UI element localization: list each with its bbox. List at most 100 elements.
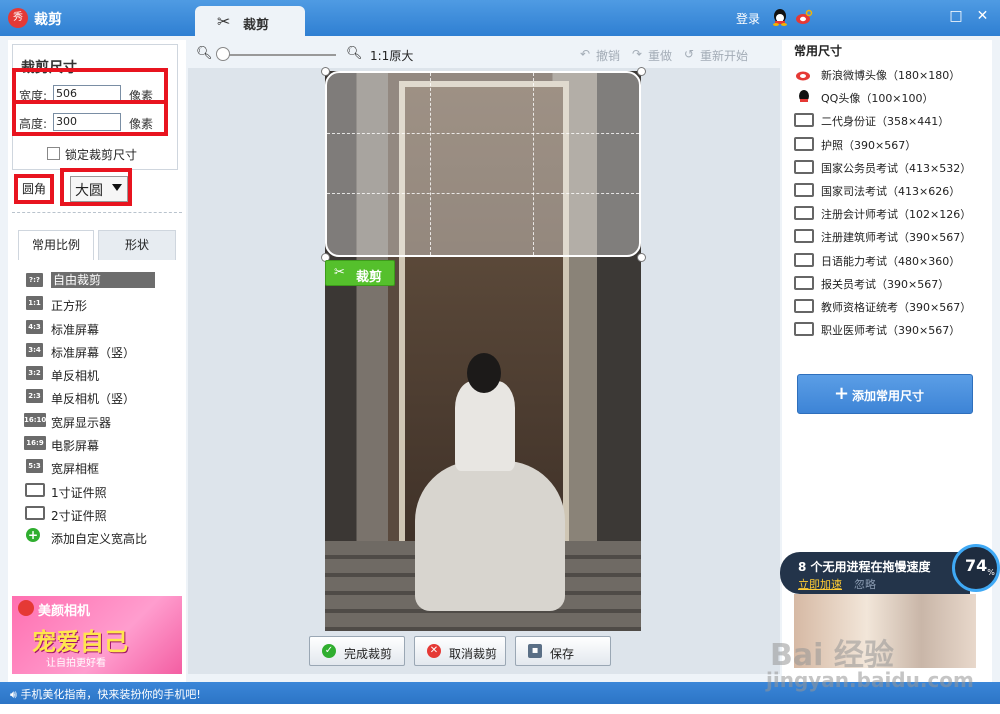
lock-checkbox[interactable] [47, 147, 60, 160]
plus-circle-icon: + [26, 528, 40, 543]
maximize-button[interactable]: □ [945, 8, 967, 24]
ratio-4-3-icon: 4:3 [26, 319, 43, 334]
ratio-item-free[interactable]: ?:? 自由裁剪 [24, 270, 178, 293]
ratio-item-1-inch-id[interactable]: 1寸证件照 [24, 480, 178, 503]
common-sizes-title: 常用尺寸 [794, 44, 843, 58]
undo-button[interactable]: 撤销 [596, 47, 620, 64]
ratio-item-2-inch-id[interactable]: 2寸证件照 [24, 503, 178, 526]
ignore-link[interactable]: 忽略 [854, 576, 876, 592]
tab-common-ratio[interactable]: 常用比例 [18, 230, 94, 260]
restart-icon: ↺ [684, 47, 695, 61]
round-corner-select[interactable]: 大圆 [70, 176, 128, 202]
zoom-slider[interactable] [218, 54, 336, 56]
preset-item-passport[interactable]: 护照（390×567） [792, 134, 990, 157]
tab-crop[interactable]: ✂ 裁剪 [195, 6, 305, 36]
add-common-size-button[interactable]: + 添加常用尺寸 [797, 374, 973, 414]
crop-rectangle[interactable] [325, 71, 641, 257]
close-button[interactable]: ✕ [971, 8, 993, 24]
save-label: 保存 [550, 647, 575, 661]
preset-list: 新浪微博头像（180×180） QQ头像（100×100） 二代身份证（358×… [792, 64, 990, 342]
preset-item-japanese-exam[interactable]: 日语能力考试（480×360） [792, 250, 990, 273]
preset-item-civil-exam[interactable]: 国家公务员考试（413×532） [792, 157, 990, 180]
preset-item-customs-exam[interactable]: 报关员考试（390×567） [792, 273, 990, 296]
ratio-item-5-3[interactable]: 5:3 宽屏相框 [24, 456, 178, 479]
ratio-3-4-icon: 3:4 [26, 342, 43, 357]
ratio-3-2-icon: 3:2 [26, 366, 43, 381]
crop-apply-button[interactable]: ✂ 裁剪 [325, 260, 395, 286]
cancel-crop-button[interactable]: ✕ 取消裁剪 [414, 636, 506, 666]
gauge-percent-wrap: 74% [965, 556, 995, 577]
redo-button[interactable]: 重做 [648, 47, 672, 64]
finish-crop-button[interactable]: ✓ 完成裁剪 [309, 636, 405, 666]
speed-gauge[interactable]: 74% [952, 544, 1000, 592]
zoom-out-icon[interactable]: 🔍︎ [196, 46, 213, 61]
restart-button[interactable]: 重新开始 [700, 47, 748, 64]
accelerate-link[interactable]: 立即加速 [798, 576, 842, 592]
ratio-label: 添加自定义宽高比 [51, 532, 148, 547]
ratio-item-16-10[interactable]: 16:10 宽屏显示器 [24, 410, 178, 433]
preset-label: 报关员考试（390×567） [821, 277, 950, 291]
add-custom-ratio[interactable]: + 添加自定义宽高比 [24, 526, 178, 549]
preset-item-weibo[interactable]: 新浪微博头像（180×180） [792, 64, 990, 87]
preset-item-cpa-exam[interactable]: 注册会计师考试（102×126） [792, 203, 990, 226]
photo-head [467, 353, 501, 393]
idcard-icon [794, 206, 814, 221]
crop-handle-top-left[interactable] [321, 67, 330, 76]
preset-label: 日语能力考试（480×360） [821, 254, 961, 268]
login-link[interactable]: 登录 [736, 10, 760, 27]
scissors-icon: ✂ [334, 265, 345, 280]
save-button[interactable]: ▪ 保存 [515, 636, 611, 666]
ad-title: 美颜相机 [38, 604, 91, 619]
left-panel: 裁剪尺寸 宽度: 506 像素 高度: 300 像素 锁定裁剪尺寸 圆角 大圆 … [8, 40, 186, 682]
idcard-icon [794, 322, 814, 337]
original-size-button[interactable]: 1:1原大 [370, 47, 413, 64]
id-photo-icon [25, 482, 45, 497]
idcard-icon [794, 252, 814, 267]
ratio-label: 正方形 [51, 299, 88, 314]
preset-label: 注册会计师考试（102×126） [821, 208, 972, 222]
weibo-icon [796, 71, 810, 81]
ratio-item-4-3[interactable]: 4:3 标准屏幕 [24, 317, 178, 340]
popup-message: 8 个无用进程在拖慢速度 [798, 560, 931, 574]
chevron-down-icon [112, 184, 122, 191]
id-photo-icon [25, 505, 45, 520]
round-corner-label: 圆角 [22, 182, 47, 196]
ratio-item-square[interactable]: 1:1 正方形 [24, 293, 178, 316]
zoom-slider-handle[interactable] [216, 47, 230, 61]
preset-label: 教师资格证统考（390×567） [821, 300, 972, 314]
tab-shape[interactable]: 形状 [98, 230, 176, 260]
status-message: 手机美化指南，快来装扮你的手机吧! [20, 688, 201, 701]
finish-crop-label: 完成裁剪 [344, 647, 393, 661]
preset-item-qq[interactable]: QQ头像（100×100） [792, 87, 990, 110]
weibo-icon[interactable] [795, 9, 813, 25]
status-text[interactable]: 🔊︎ 手机美化指南，快来装扮你的手机吧! [10, 686, 201, 702]
divider [12, 212, 182, 213]
qq-icon[interactable] [772, 8, 788, 26]
zoom-in-icon[interactable]: 🔍︎ [346, 46, 363, 61]
preset-item-architect-exam[interactable]: 注册建筑师考试（390×567） [792, 226, 990, 249]
crop-grid-line [327, 193, 639, 195]
idcard-icon [794, 182, 814, 197]
ratio-item-3-4[interactable]: 3:4 标准屏幕（竖） [24, 340, 178, 363]
idcard-icon [794, 298, 814, 313]
width-highlight-box [12, 68, 168, 104]
preset-item-judicial-exam[interactable]: 国家司法考试（413×626） [792, 180, 990, 203]
crop-handle-top-right[interactable] [637, 67, 646, 76]
ratio-item-2-3[interactable]: 2:3 单反相机（竖） [24, 386, 178, 409]
preset-item-id-card[interactable]: 二代身份证（358×441） [792, 110, 990, 133]
preset-item-teacher-exam[interactable]: 教师资格证统考（390×567） [792, 296, 990, 319]
ratio-label: 自由裁剪 [51, 272, 155, 288]
idcard-icon [794, 229, 814, 244]
ratio-item-3-2[interactable]: 3:2 单反相机 [24, 363, 178, 386]
redo-icon: ↷ [632, 47, 643, 61]
idcard-icon [794, 136, 814, 151]
crop-handle-bottom-right[interactable] [637, 253, 646, 262]
ratio-label: 宽屏显示器 [51, 415, 112, 430]
crop-grid-line [429, 73, 431, 255]
preset-item-doctor-exam[interactable]: 职业医师考试（390×567） [792, 319, 990, 342]
ad-banner[interactable]: 美颜相机 宠爱自己 让自拍更好看 [12, 596, 182, 674]
ratio-item-16-9[interactable]: 16:9 电影屏幕 [24, 433, 178, 456]
meiyan-logo-icon [18, 600, 34, 616]
ratio-label: 标准屏幕（竖） [51, 345, 136, 360]
ad-slogan: 宠爱自己 [32, 628, 128, 656]
